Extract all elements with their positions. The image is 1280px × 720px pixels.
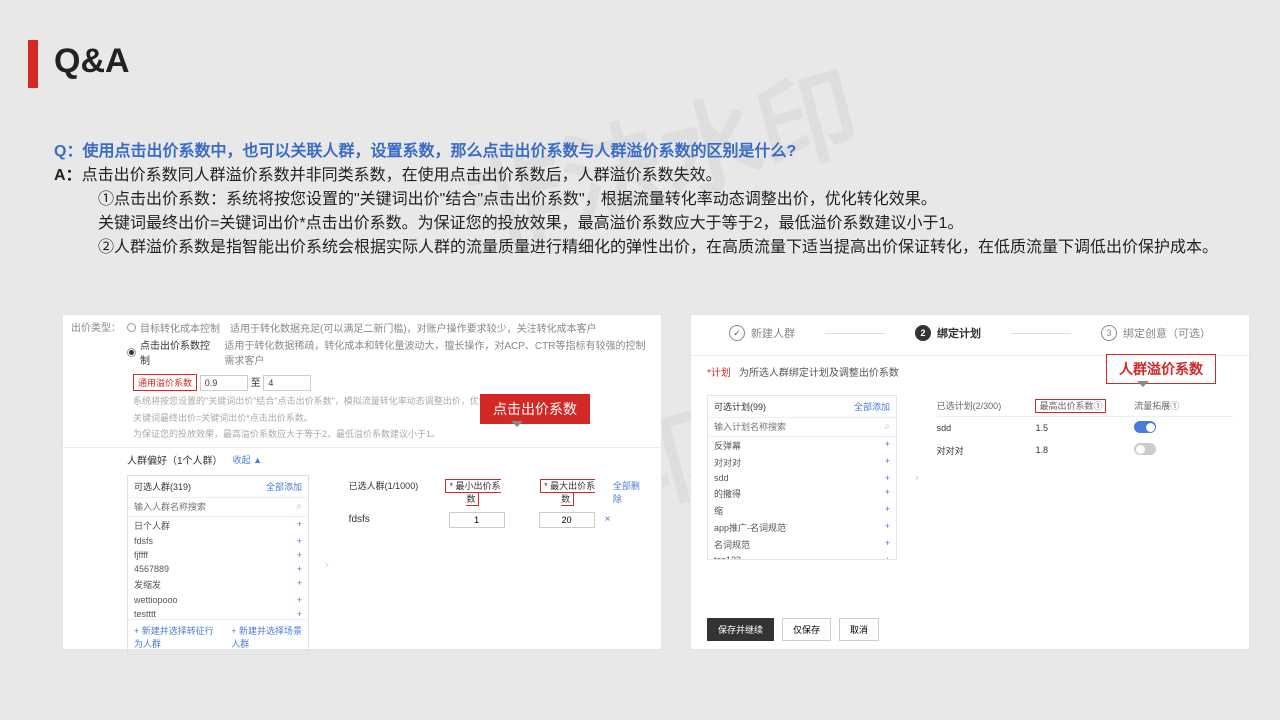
plus-icon[interactable]: + <box>885 521 890 534</box>
plus-icon[interactable]: + <box>885 439 890 452</box>
min-coef-header: * 最小出价系数 <box>445 479 500 506</box>
plus-icon[interactable]: + <box>885 473 890 483</box>
radio-cost[interactable] <box>127 323 136 332</box>
list-item[interactable]: 4567889+ <box>128 562 308 576</box>
search-icon: ⌕ <box>878 418 896 436</box>
plus-icon[interactable]: + <box>885 456 890 469</box>
bullet-2: ②人群溢价系数是指智能出价系统会根据实际人群的流量质量进行精细化的弹性出价，在高… <box>54 236 1260 260</box>
accent-bar <box>28 40 38 88</box>
bullet-1: ①点击出价系数：系统将按您设置的"关键词出价"结合"点击出价系数"，根据流量转化… <box>54 188 1260 212</box>
list-item[interactable]: app推广-名词规范+ <box>708 519 896 536</box>
page-title: Q&A <box>54 42 130 81</box>
save-only-button[interactable]: 仅保存 <box>782 618 831 641</box>
crowd-search-input[interactable] <box>128 498 290 516</box>
chevron-right-icon: › <box>911 472 923 484</box>
list-item[interactable]: testttt+ <box>128 607 308 619</box>
new-behavior-crowd[interactable]: + 新建并选择转征行为人群 <box>128 620 225 654</box>
coef-lo-input[interactable]: 0.9 <box>200 375 248 391</box>
bidtype-label: 出价类型： <box>71 319 121 368</box>
available-crowds: 可选人群(319)全部添加 ⌕ 日个人群+fdsfs+fjffff+456788… <box>127 475 309 655</box>
search-icon: ⌕ <box>290 498 308 516</box>
list-item[interactable]: sdd+ <box>708 471 896 485</box>
min-coef-input[interactable] <box>449 512 505 528</box>
click-coef-callout: 点击出价系数 <box>480 394 590 424</box>
list-item[interactable]: 日个人群+ <box>128 517 308 534</box>
list-item[interactable]: 的撒得+ <box>708 485 896 502</box>
chevron-right-icon: › <box>321 559 333 571</box>
qa-content: Q：使用点击出价系数中，也可以关联人群，设置系数，那么点击出价系数与人群溢价系数… <box>54 140 1260 260</box>
pref-label: 人群偏好（1个人群） <box>127 452 223 467</box>
list-item[interactable]: tes123+ <box>708 553 896 559</box>
plus-icon[interactable]: + <box>297 595 302 605</box>
plan-search-input[interactable] <box>708 418 878 436</box>
plus-icon[interactable]: + <box>297 550 302 560</box>
plus-icon[interactable]: + <box>885 555 890 559</box>
list-item[interactable]: 反弹幕+ <box>708 437 896 454</box>
add-all-plans[interactable]: 全部添加 <box>854 400 890 413</box>
plus-icon[interactable]: + <box>297 609 302 619</box>
toggle[interactable] <box>1134 421 1156 433</box>
step3-icon: 3 <box>1101 325 1117 341</box>
list-item[interactable]: wettiopooo+ <box>128 593 308 607</box>
collapse-link[interactable]: 收起 ▲ <box>233 453 262 466</box>
available-plans: 可选计划(99)全部添加 ⌕ 反弹幕+对对对+sdd+的撒得+缩+app推广-名… <box>707 395 897 560</box>
selected-plans-table: 已选计划(2/300) 最高出价系数① 流量拓展① sdd1.5对对对1.8 <box>937 395 1233 560</box>
selected-crowds: 已选人群(1/1000) * 最小出价系数 * 最大出价系数 全部删除 fdsf… <box>345 475 651 655</box>
list-item[interactable]: fjffff+ <box>128 548 308 562</box>
add-all[interactable]: 全部添加 <box>266 480 302 493</box>
stepper: ✓新建人群 2绑定计划 3绑定创意（可选） <box>691 315 1249 356</box>
max-coef-input[interactable] <box>539 512 595 528</box>
list-item[interactable]: 发缩发+ <box>128 576 308 593</box>
radio-click[interactable] <box>127 348 136 357</box>
crowd-premium-callout: 人群溢价系数 <box>1106 354 1216 384</box>
premium-tag: 通用溢价系数 <box>133 374 197 391</box>
plus-icon[interactable]: + <box>885 487 890 500</box>
plus-icon[interactable]: + <box>297 578 302 591</box>
plus-icon[interactable]: + <box>885 538 890 551</box>
new-scene-crowd[interactable]: + 新建并选择场景人群 <box>225 620 308 654</box>
delete-all[interactable]: 全部删除 <box>609 479 651 505</box>
toggle[interactable] <box>1134 443 1156 455</box>
list-item[interactable]: fdsfs+ <box>128 534 308 548</box>
list-item[interactable]: 缩+ <box>708 502 896 519</box>
plus-icon[interactable]: + <box>885 504 890 517</box>
step1-icon: ✓ <box>729 325 745 341</box>
remove-icon[interactable]: × <box>599 514 617 525</box>
answer-line1: 点击出价系数同人群溢价系数并非同类系数，在使用点击出价系数后，人群溢价系数失效。 <box>82 167 722 184</box>
cancel-button[interactable]: 取消 <box>839 618 879 641</box>
question: Q：使用点击出价系数中，也可以关联人群，设置系数，那么点击出价系数与人群溢价系数… <box>54 140 1260 164</box>
table-row: 对对对1.8 <box>937 439 1233 461</box>
answer-label: A： <box>54 167 82 184</box>
left-screenshot: 出价类型： 目标转化成本控制适用于转化数据充足(可以满足二新门槛)，对账户操作要… <box>62 314 662 650</box>
list-item[interactable]: 名词规范+ <box>708 536 896 553</box>
bullet-1b: 关键词最终出价=关键词出价*点击出价系数。为保证您的投放效果，最高溢价系数应大于… <box>54 212 1260 236</box>
plus-icon[interactable]: + <box>297 536 302 546</box>
list-item[interactable]: 对对对+ <box>708 454 896 471</box>
max-coef-header: * 最大出价系数 <box>540 479 595 506</box>
save-continue-button[interactable]: 保存并继续 <box>707 618 774 641</box>
plus-icon[interactable]: + <box>297 519 302 532</box>
step2-icon: 2 <box>915 325 931 341</box>
max-coef-header: 最高出价系数① <box>1035 399 1106 413</box>
table-row: sdd1.5 <box>937 417 1233 439</box>
coef-hi-input[interactable]: 4 <box>263 375 311 391</box>
plus-icon[interactable]: + <box>297 564 302 574</box>
